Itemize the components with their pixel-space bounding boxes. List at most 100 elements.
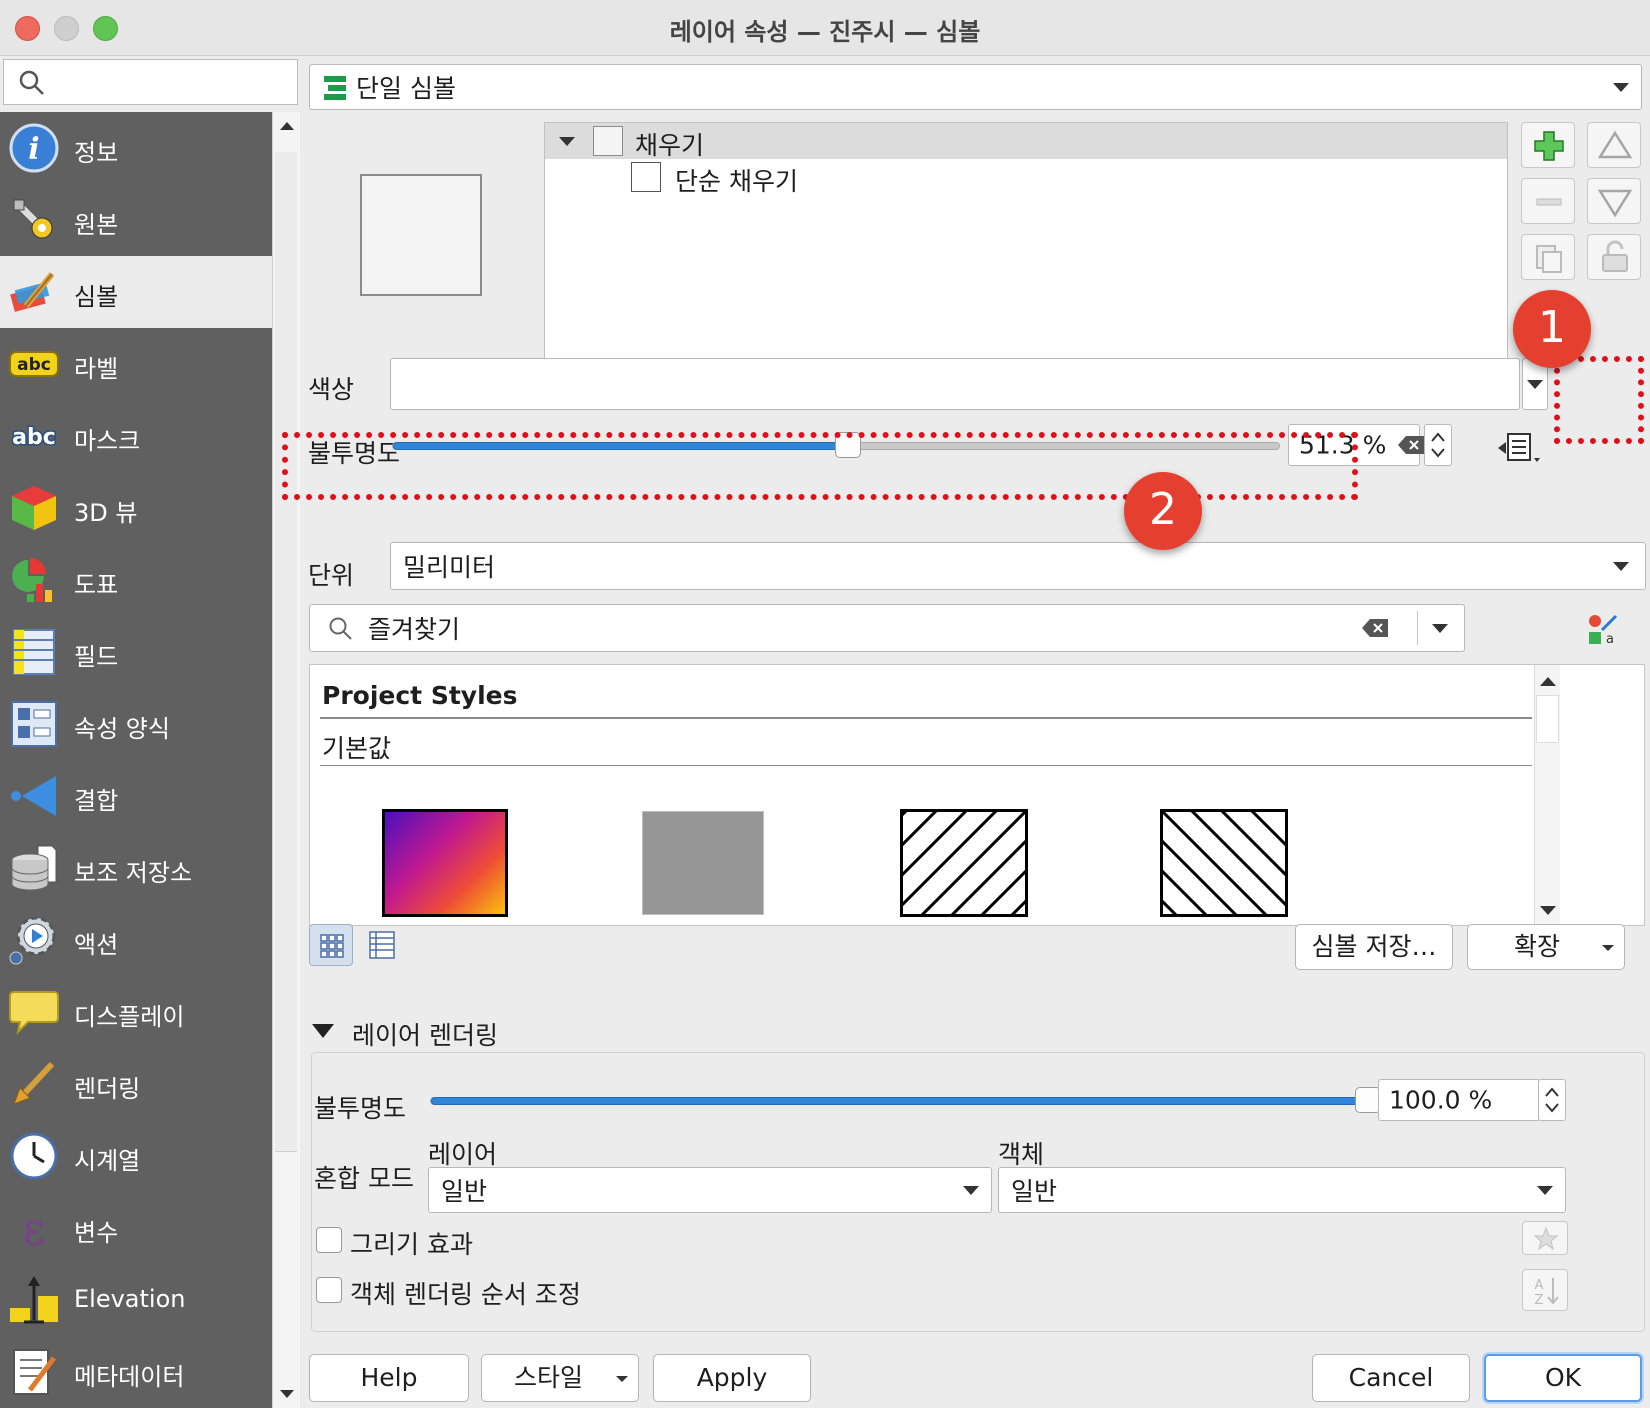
scroll-thumb[interactable] (1536, 695, 1559, 743)
svg-text:A: A (1535, 1278, 1544, 1293)
layer-opacity-input[interactable]: 100.0 % (1378, 1079, 1540, 1121)
feature-order-settings-button[interactable]: AZ (1522, 1269, 1568, 1311)
sidebar-item-info[interactable]: i 정보 (0, 112, 272, 184)
chevron-down-icon (1613, 562, 1629, 571)
sidebar-item-label: 렌더링 (74, 1075, 141, 1103)
sidebar-item-labels[interactable]: abc 라벨 (0, 328, 272, 400)
sidebar-item-attributes-form[interactable]: 속성 양식 (0, 688, 272, 760)
draw-effects-checkbox[interactable] (316, 1227, 342, 1253)
cancel-button[interactable]: Cancel (1312, 1354, 1470, 1402)
renderer-type-combo[interactable]: 단일 심볼 (309, 64, 1642, 110)
sidebar-item-display[interactable]: 디스플레이 (0, 976, 272, 1048)
clock-icon (10, 1132, 58, 1180)
layer-blend-combo[interactable]: 일반 (428, 1167, 992, 1213)
ok-button[interactable]: OK (1484, 1354, 1642, 1402)
remove-symbol-layer-button[interactable] (1521, 178, 1575, 224)
icon-view-button[interactable] (309, 924, 353, 966)
blend-layer-label: 레이어 (428, 1140, 498, 1169)
duplicate-layer-button[interactable] (1521, 234, 1575, 280)
layer-rendering-title: 레이어 렌더링 (352, 1021, 498, 1050)
sidebar-item-label: 3D 뷰 (74, 499, 138, 527)
collapse-triangle-icon[interactable] (312, 1024, 334, 1038)
opacity-spin-buttons[interactable] (1424, 424, 1452, 466)
scroll-up-arrow[interactable] (280, 122, 294, 130)
sidebar-item-3d-view[interactable]: 3D 뷰 (0, 472, 272, 544)
advanced-menu-button[interactable]: 확장 (1467, 924, 1625, 970)
layer-opacity-spin-buttons[interactable] (1538, 1079, 1566, 1121)
sidebar-item-auxiliary-storage[interactable]: 보조 저장소 (0, 832, 272, 904)
style-swatch-hatch-backward[interactable] (1160, 809, 1288, 917)
arrow-down-icon (1597, 189, 1633, 218)
style-swatch-hatch-forward[interactable] (900, 809, 1028, 917)
feature-order-checkbox[interactable] (316, 1277, 342, 1303)
help-button[interactable]: Help (309, 1354, 469, 1402)
clear-value-icon[interactable] (1398, 436, 1424, 458)
database-icon (11, 845, 57, 891)
scroll-down-arrow[interactable] (1540, 906, 1556, 915)
renderer-type-value: 단일 심볼 (356, 74, 456, 103)
layer-opacity-label: 불투명도 (314, 1094, 407, 1123)
sidebar-item-variables[interactable]: ε 변수 (0, 1192, 272, 1264)
color-button[interactable] (390, 358, 1520, 410)
tree-root-label: 채우기 (635, 131, 705, 160)
chevron-down-icon (1527, 380, 1543, 389)
style-gallery: Project Styles 기본값 (309, 664, 1645, 926)
group-divider (320, 717, 1532, 719)
list-view-button[interactable] (360, 924, 404, 966)
gallery-scrollbar[interactable] (1534, 665, 1560, 925)
move-down-button[interactable] (1587, 178, 1641, 224)
sidebar-item-masks[interactable]: abc 마스크 (0, 400, 272, 472)
sidebar-item-temporal[interactable]: 시계열 (0, 1120, 272, 1192)
feature-blend-combo[interactable]: 일반 (998, 1167, 1566, 1213)
style-menu-button[interactable]: 스타일 (481, 1354, 639, 1402)
sidebar-item-fields[interactable]: 필드 (0, 616, 272, 688)
save-symbol-button[interactable]: 심볼 저장… (1295, 924, 1453, 970)
sidebar-item-label: 원본 (74, 211, 119, 239)
sidebar-item-label: 결합 (74, 787, 119, 815)
sidebar-item-rendering[interactable]: 렌더링 (0, 1048, 272, 1120)
chevron-down-icon[interactable] (1432, 624, 1448, 633)
tree-row-simple-fill[interactable]: 단순 채우기 (545, 159, 1507, 196)
move-up-button[interactable] (1587, 122, 1641, 168)
scroll-thumb[interactable] (275, 152, 297, 1152)
sidebar-item-joins[interactable]: 결합 (0, 760, 272, 832)
cube-3d-icon (12, 486, 56, 530)
style-swatch-gray[interactable] (642, 811, 764, 915)
sidebar-item-elevation[interactable]: Elevation (0, 1264, 272, 1336)
sidebar-scrollbar[interactable] (272, 112, 300, 1408)
add-symbol-layer-button[interactable] (1521, 122, 1575, 168)
lock-layer-button[interactable] (1587, 234, 1641, 280)
tree-row-fill[interactable]: 채우기 (545, 123, 1507, 160)
apply-button[interactable]: Apply (653, 1354, 811, 1402)
expand-triangle-icon[interactable] (559, 137, 575, 146)
sidebar-item-diagrams[interactable]: 도표 (0, 544, 272, 616)
effects-settings-button[interactable] (1522, 1221, 1568, 1255)
annotation-highlight-1 (1554, 356, 1644, 444)
style-search-input[interactable]: 즐겨찾기 (309, 604, 1465, 652)
scroll-down-arrow[interactable] (280, 1390, 294, 1398)
annotation-highlight-2 (282, 432, 1358, 500)
metadata-icon (13, 1349, 56, 1395)
layer-opacity-slider-fill (431, 1097, 1369, 1105)
sidebar-item-symbology[interactable]: 심볼 (0, 256, 272, 328)
clear-search-icon[interactable] (1362, 619, 1388, 637)
annotation-badge-2: 2 (1124, 472, 1202, 550)
unit-combo[interactable]: 밀리미터 (390, 542, 1646, 590)
style-subgroup-title: 기본값 (322, 734, 392, 763)
sidebar-item-source[interactable]: 원본 (0, 184, 272, 256)
separator (1417, 611, 1418, 645)
blend-mode-label: 혼합 모드 (314, 1164, 414, 1193)
style-button-label: 스타일 (514, 1363, 584, 1392)
sidebar-item-label: 속성 양식 (74, 715, 170, 743)
layer-opacity-slider-track[interactable] (430, 1097, 1369, 1105)
star-icon (1533, 1226, 1559, 1251)
search-icon (19, 70, 44, 95)
style-manager-button[interactable]: a (1586, 612, 1620, 650)
sidebar-search-input[interactable] (3, 59, 298, 105)
sidebar-item-actions[interactable]: 액션 (0, 904, 272, 976)
data-defined-override-button[interactable] (1496, 430, 1542, 470)
plus-icon (1534, 131, 1564, 161)
scroll-up-arrow[interactable] (1540, 677, 1556, 686)
style-swatch-gradient[interactable] (382, 809, 508, 917)
sidebar-item-metadata[interactable]: 메타데이터 (0, 1336, 272, 1408)
